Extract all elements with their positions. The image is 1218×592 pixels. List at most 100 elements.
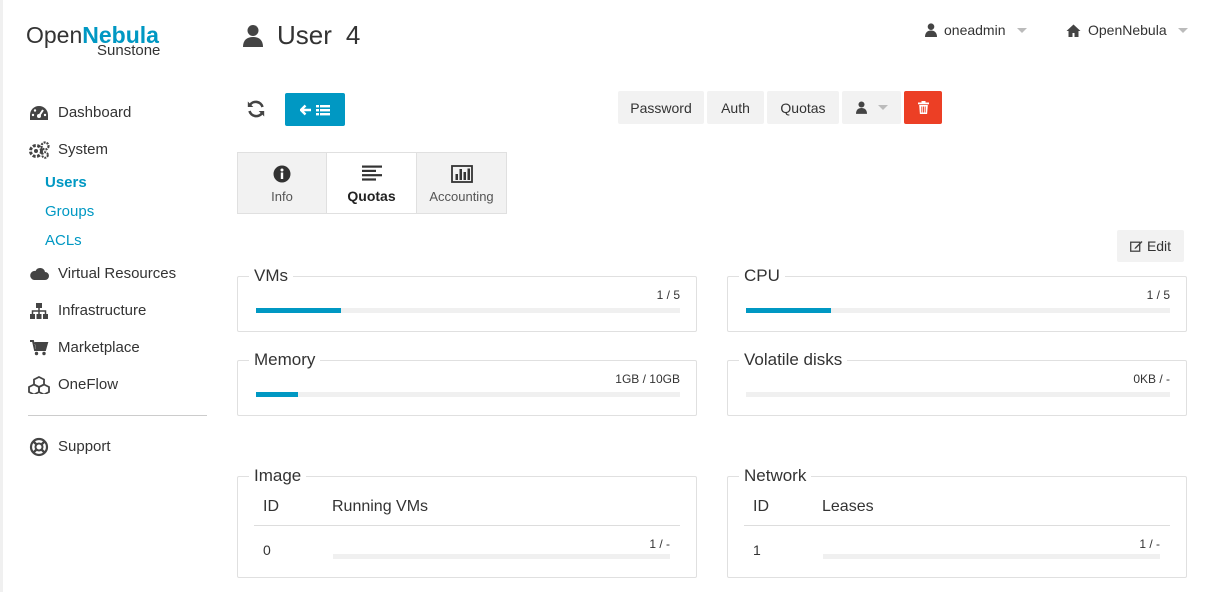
column-header-id: ID xyxy=(753,498,769,515)
quota-legend: Memory xyxy=(249,350,321,370)
cpu-quota: CPU 1 / 5 xyxy=(727,266,1187,332)
refresh-icon xyxy=(247,100,265,118)
edit-quotas-button[interactable]: Edit xyxy=(1117,230,1184,262)
row-id: 1 xyxy=(753,542,761,558)
quota-progress-bar xyxy=(256,392,680,397)
quotas-button[interactable]: Quotas xyxy=(767,91,839,124)
cart-icon xyxy=(28,339,50,357)
sidebar-item-oneflow[interactable]: OneFlow xyxy=(28,366,208,403)
table-header: ID Running VMs xyxy=(254,496,680,526)
info-icon xyxy=(273,163,291,185)
quota-legend: Image xyxy=(249,466,307,486)
zone-menu-label: OpenNebula xyxy=(1088,22,1167,38)
bar-chart-icon xyxy=(450,163,473,185)
quota-progress-fill xyxy=(746,308,831,313)
opennebula-logo[interactable]: OpenNebula Sunstone xyxy=(26,22,160,59)
sidebar-item-label: OneFlow xyxy=(58,376,119,393)
back-to-list-button[interactable] xyxy=(285,93,345,126)
page-title-text: User xyxy=(277,20,332,50)
image-quota: Image ID Running VMs 0 1 / - xyxy=(237,466,697,578)
logo-subtitle: Sunstone xyxy=(97,42,161,59)
row-value: 1 / - xyxy=(1139,537,1160,551)
user-icon xyxy=(855,101,867,114)
quota-progress-bar xyxy=(746,392,1170,397)
quota-legend: CPU xyxy=(739,266,785,286)
quota-progress-fill xyxy=(256,392,299,397)
sidebar-item-label: Support xyxy=(58,438,111,455)
arrow-left-icon xyxy=(300,104,311,115)
chevron-down-icon xyxy=(877,105,888,110)
sidebar-item-virtual-resources[interactable]: Virtual Resources xyxy=(28,255,208,292)
sidebar-item-system[interactable]: System xyxy=(28,131,208,168)
gears-icon xyxy=(28,140,50,159)
quota-legend: Network xyxy=(739,466,812,486)
quota-value: 1 / 5 xyxy=(1146,288,1170,302)
align-left-icon xyxy=(361,162,382,184)
tab-label: Quotas xyxy=(347,188,396,204)
quota-legend: VMs xyxy=(249,266,293,286)
cubes-icon xyxy=(28,375,50,394)
tab-accounting[interactable]: Accounting xyxy=(417,152,507,214)
tab-label: Info xyxy=(271,188,293,204)
trash-icon xyxy=(917,101,929,114)
lifebuoy-icon xyxy=(28,437,50,456)
column-header-id: ID xyxy=(263,498,279,515)
quota-progress-bar xyxy=(333,554,670,559)
quota-progress-bar xyxy=(256,308,680,313)
quota-value: 1 / 5 xyxy=(656,288,680,302)
table-header: ID Leases xyxy=(744,496,1170,526)
quota-progress-bar xyxy=(746,308,1170,313)
sidebar-item-label: Infrastructure xyxy=(58,302,147,319)
chevron-down-icon xyxy=(1177,27,1188,33)
dashboard-icon xyxy=(28,104,50,122)
sidebar-item-label: Dashboard xyxy=(58,104,132,121)
sidebar-item-infrastructure[interactable]: Infrastructure xyxy=(28,292,208,329)
refresh-button[interactable] xyxy=(245,98,267,120)
cloud-icon xyxy=(28,265,50,283)
table-row: 1 1 / - xyxy=(744,527,1170,575)
row-value: 1 / - xyxy=(649,537,670,551)
sidebar-item-label: Marketplace xyxy=(58,339,140,356)
sidebar-item-dashboard[interactable]: Dashboard xyxy=(28,94,208,131)
quota-progress-bar xyxy=(823,554,1160,559)
user-icon xyxy=(243,24,263,48)
volatile-disks-quota: Volatile disks 0KB / - xyxy=(727,350,1187,416)
sidebar-item-label: System xyxy=(58,141,109,158)
chevron-down-icon xyxy=(1016,27,1027,33)
table-row: 0 1 / - xyxy=(254,527,680,575)
row-id: 0 xyxy=(263,542,271,558)
home-icon xyxy=(1066,24,1081,37)
detail-tabs: Info Quotas Accounting xyxy=(237,152,507,214)
delete-button[interactable] xyxy=(904,91,942,124)
sidebar-item-marketplace[interactable]: Marketplace xyxy=(28,329,208,366)
user-icon xyxy=(925,23,937,37)
quota-legend: Volatile disks xyxy=(739,350,848,370)
column-header-running-vms: Running VMs xyxy=(332,498,429,515)
sidebar-item-groups[interactable]: Groups xyxy=(28,197,208,226)
sidebar-item-users[interactable]: Users xyxy=(28,168,208,197)
password-button[interactable]: Password xyxy=(618,91,704,124)
vms-quota: VMs 1 / 5 xyxy=(237,266,697,332)
sidebar-item-support[interactable]: Support xyxy=(28,428,208,465)
auth-button[interactable]: Auth xyxy=(707,91,764,124)
list-icon xyxy=(316,104,330,115)
page-title: User 4 xyxy=(243,20,360,51)
memory-quota: Memory 1GB / 10GB xyxy=(237,350,697,416)
tab-quotas[interactable]: Quotas xyxy=(327,152,417,214)
user-menu[interactable]: oneadmin xyxy=(925,22,1027,38)
quota-value: 0KB / - xyxy=(1133,372,1170,386)
sidebar-item-acls[interactable]: ACLs xyxy=(28,226,208,255)
left-edge-bar xyxy=(0,0,3,592)
sidebar-nav: Dashboard System Users Groups ACLs Virtu… xyxy=(28,94,208,465)
change-owner-dropdown[interactable] xyxy=(842,91,901,124)
network-quota: Network ID Leases 1 1 / - xyxy=(727,466,1187,578)
user-menu-label: oneadmin xyxy=(944,22,1006,38)
quota-value: 1GB / 10GB xyxy=(615,372,680,386)
edit-label: Edit xyxy=(1146,238,1172,254)
tab-label: Accounting xyxy=(429,188,494,204)
edit-icon xyxy=(1129,241,1143,252)
column-header-leases: Leases xyxy=(822,498,874,515)
tab-info[interactable]: Info xyxy=(237,152,327,214)
zone-menu[interactable]: OpenNebula xyxy=(1066,22,1188,38)
quota-progress-fill xyxy=(256,308,341,313)
